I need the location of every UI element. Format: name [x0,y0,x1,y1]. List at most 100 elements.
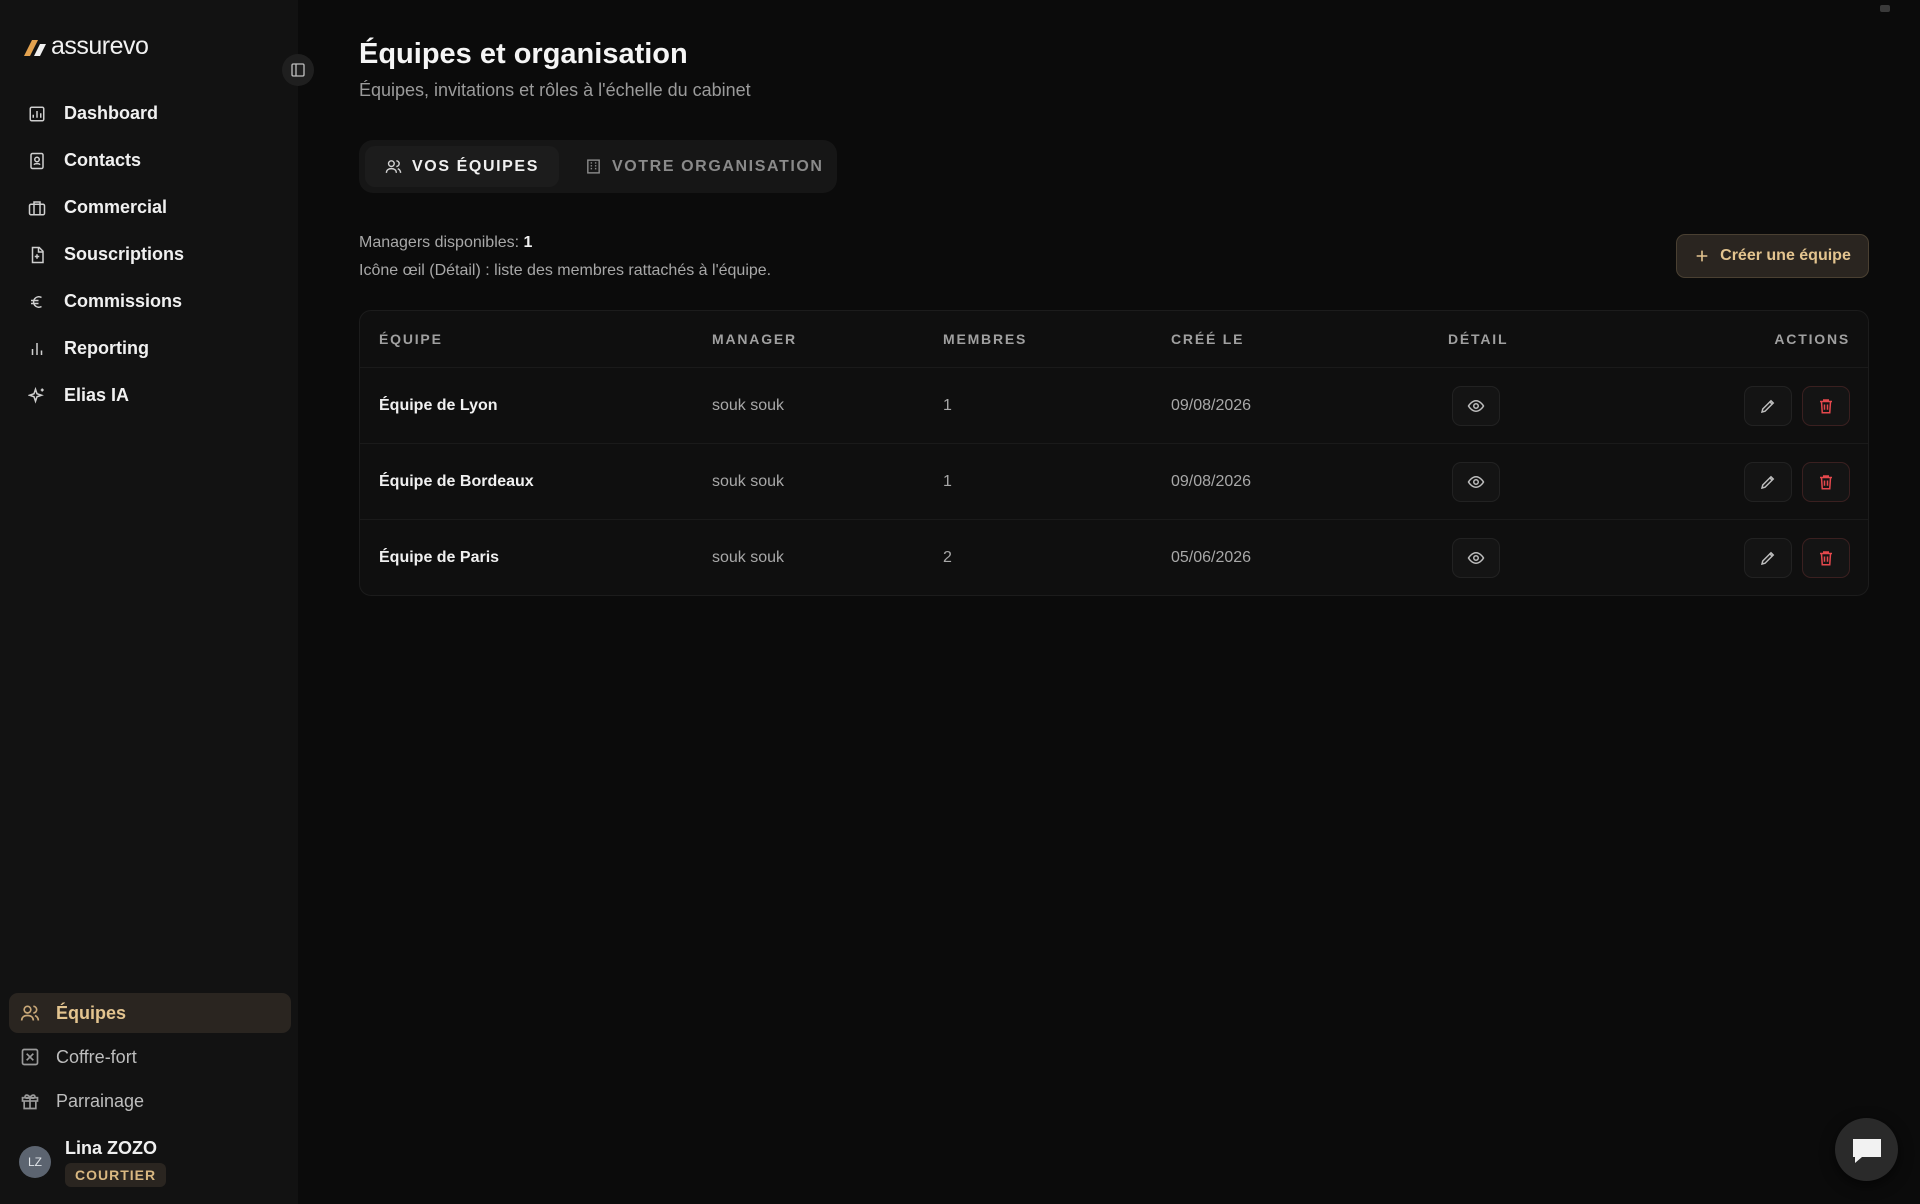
view-detail-button[interactable] [1452,537,1500,578]
managers-count: 1 [523,234,533,251]
contacts-icon [30,152,44,169]
sidebar-item-souscriptions[interactable]: Souscriptions [0,231,298,278]
managers-available: Managers disponibles: 1 [359,234,532,252]
briefcase-icon [28,200,46,215]
sidebar-item-commercial[interactable]: Commercial [0,184,298,231]
team-members-count: 1 [943,472,952,490]
team-name: Équipe de Bordeaux [379,472,534,490]
team-manager: souk souk [712,548,785,566]
sidebar-item-label: Contacts [64,150,142,170]
sidebar-item-reporting[interactable]: Reporting [0,325,298,372]
window-indicator [1880,5,1890,12]
table-row[interactable]: Équipe de Paris souk souk 2 05/06/2026 [360,519,1868,595]
sidebar-item-commissions[interactable]: Commissions [0,278,298,325]
sidebar-item-equipes[interactable]: Équipes [9,993,291,1033]
column-header-detail: DÉTAIL [1448,331,1509,347]
sidebar-item-coffre-fort[interactable]: Coffre-fort [9,1037,291,1077]
tab-label: VOTRE ORGANISATION [611,157,824,175]
team-manager: souk souk [712,472,785,490]
users-icon [20,1005,40,1021]
plus-icon [1696,250,1708,262]
delete-team-button[interactable] [1802,385,1850,426]
chat-bubble-icon [1852,1138,1881,1163]
user-profile[interactable]: LZ Lina ZOZO COURTIER [19,1138,167,1187]
sidebar-item-label: Équipes [56,1002,127,1023]
gift-icon [21,1094,39,1110]
view-detail-button[interactable] [1452,385,1500,426]
delete-team-button[interactable] [1802,537,1850,578]
eye-icon [1467,551,1485,564]
edit-team-button[interactable] [1744,461,1792,502]
sidebar-item-elias-ia[interactable]: Elias IA [0,372,298,419]
bar-chart-icon [31,342,43,355]
bottom-nav: Équipes Coffre-fort Parrainage [9,993,291,1125]
logo[interactable]: assurevo [22,32,149,61]
sidebar-item-label: Elias IA [64,385,130,405]
page-title: Équipes et organisation [359,38,688,70]
team-created-date: 09/08/2026 [1171,472,1252,490]
create-team-button[interactable]: Créer une équipe [1676,234,1869,278]
table-header: ÉQUIPE MANAGER MEMBRES CRÉÉ LE DÉTAIL AC… [360,311,1868,367]
main-nav: Dashboard Contacts Commercial Souscripti… [0,90,298,419]
collapse-sidebar-button[interactable] [282,54,314,86]
user-name: Lina ZOZO [65,1138,157,1158]
team-members-count: 1 [943,396,952,414]
trash-icon [1820,398,1832,413]
eye-icon [1467,475,1485,488]
create-team-label: Créer une équipe [1720,247,1851,264]
pencil-icon [1760,551,1775,565]
pencil-icon [1760,475,1775,489]
sidebar-item-label: Dashboard [64,103,159,123]
vault-icon [21,1048,39,1066]
sparkles-icon [28,386,44,404]
delete-team-button[interactable] [1802,461,1850,502]
logo-text: assurevo [51,32,149,60]
sidebar-item-label: Reporting [64,338,149,358]
dashboard-icon [29,106,45,121]
team-members-count: 2 [943,548,952,566]
team-manager: souk souk [712,396,785,414]
detail-hint: Icône œil (Détail) : liste des membres r… [359,262,772,279]
column-header-equipe[interactable]: ÉQUIPE [360,331,712,347]
pencil-icon [1760,399,1775,413]
sidebar-item-parrainage[interactable]: Parrainage [9,1081,291,1121]
assurevo-logo-icon [24,39,46,56]
column-header-manager[interactable]: MANAGER [712,331,943,347]
team-created-date: 05/06/2026 [1171,548,1252,566]
eye-icon [1467,399,1485,412]
tab-bar: VOS ÉQUIPES VOTRE ORGANISATION [359,140,837,193]
role-badge: COURTIER [65,1163,167,1187]
building-icon [587,159,600,174]
avatar: LZ [19,1146,51,1178]
sidebar-item-contacts[interactable]: Contacts [0,137,298,184]
column-header-cree-le[interactable]: CRÉÉ LE [1171,331,1448,347]
column-header-actions: ACTIONS [1774,331,1850,347]
page-subtitle: Équipes, invitations et rôles à l'échell… [359,80,751,100]
sidebar-toggle-icon [291,63,305,77]
team-name: Équipe de Paris [379,548,500,566]
sidebar-item-label: Commercial [64,197,168,217]
edit-team-button[interactable] [1744,385,1792,426]
chat-button[interactable] [1835,1118,1898,1181]
managers-label: Managers disponibles: [359,234,520,251]
sidebar-item-label: Souscriptions [64,244,185,264]
document-plus-icon [31,246,44,263]
table-row[interactable]: Équipe de Bordeaux souk souk 1 09/08/202… [360,443,1868,519]
trash-icon [1820,550,1832,565]
tab-vos-equipes[interactable]: VOS ÉQUIPES [365,146,559,187]
users-icon [385,160,402,173]
column-header-membres[interactable]: MEMBRES [943,331,1171,347]
tab-votre-organisation[interactable]: VOTRE ORGANISATION [565,146,844,187]
sidebar-item-label: Commissions [64,291,183,311]
edit-team-button[interactable] [1744,537,1792,578]
sidebar: assurevo Dashboard Contacts Commercial S… [0,0,298,1204]
team-created-date: 09/08/2026 [1171,396,1252,414]
sidebar-item-dashboard[interactable]: Dashboard [0,90,298,137]
sidebar-item-label: Parrainage [56,1090,145,1111]
trash-icon [1820,474,1832,489]
tab-label: VOS ÉQUIPES [412,157,539,175]
team-name: Équipe de Lyon [379,396,498,414]
euro-icon [31,295,42,308]
table-row[interactable]: Équipe de Lyon souk souk 1 09/08/2026 [360,367,1868,443]
view-detail-button[interactable] [1452,461,1500,502]
